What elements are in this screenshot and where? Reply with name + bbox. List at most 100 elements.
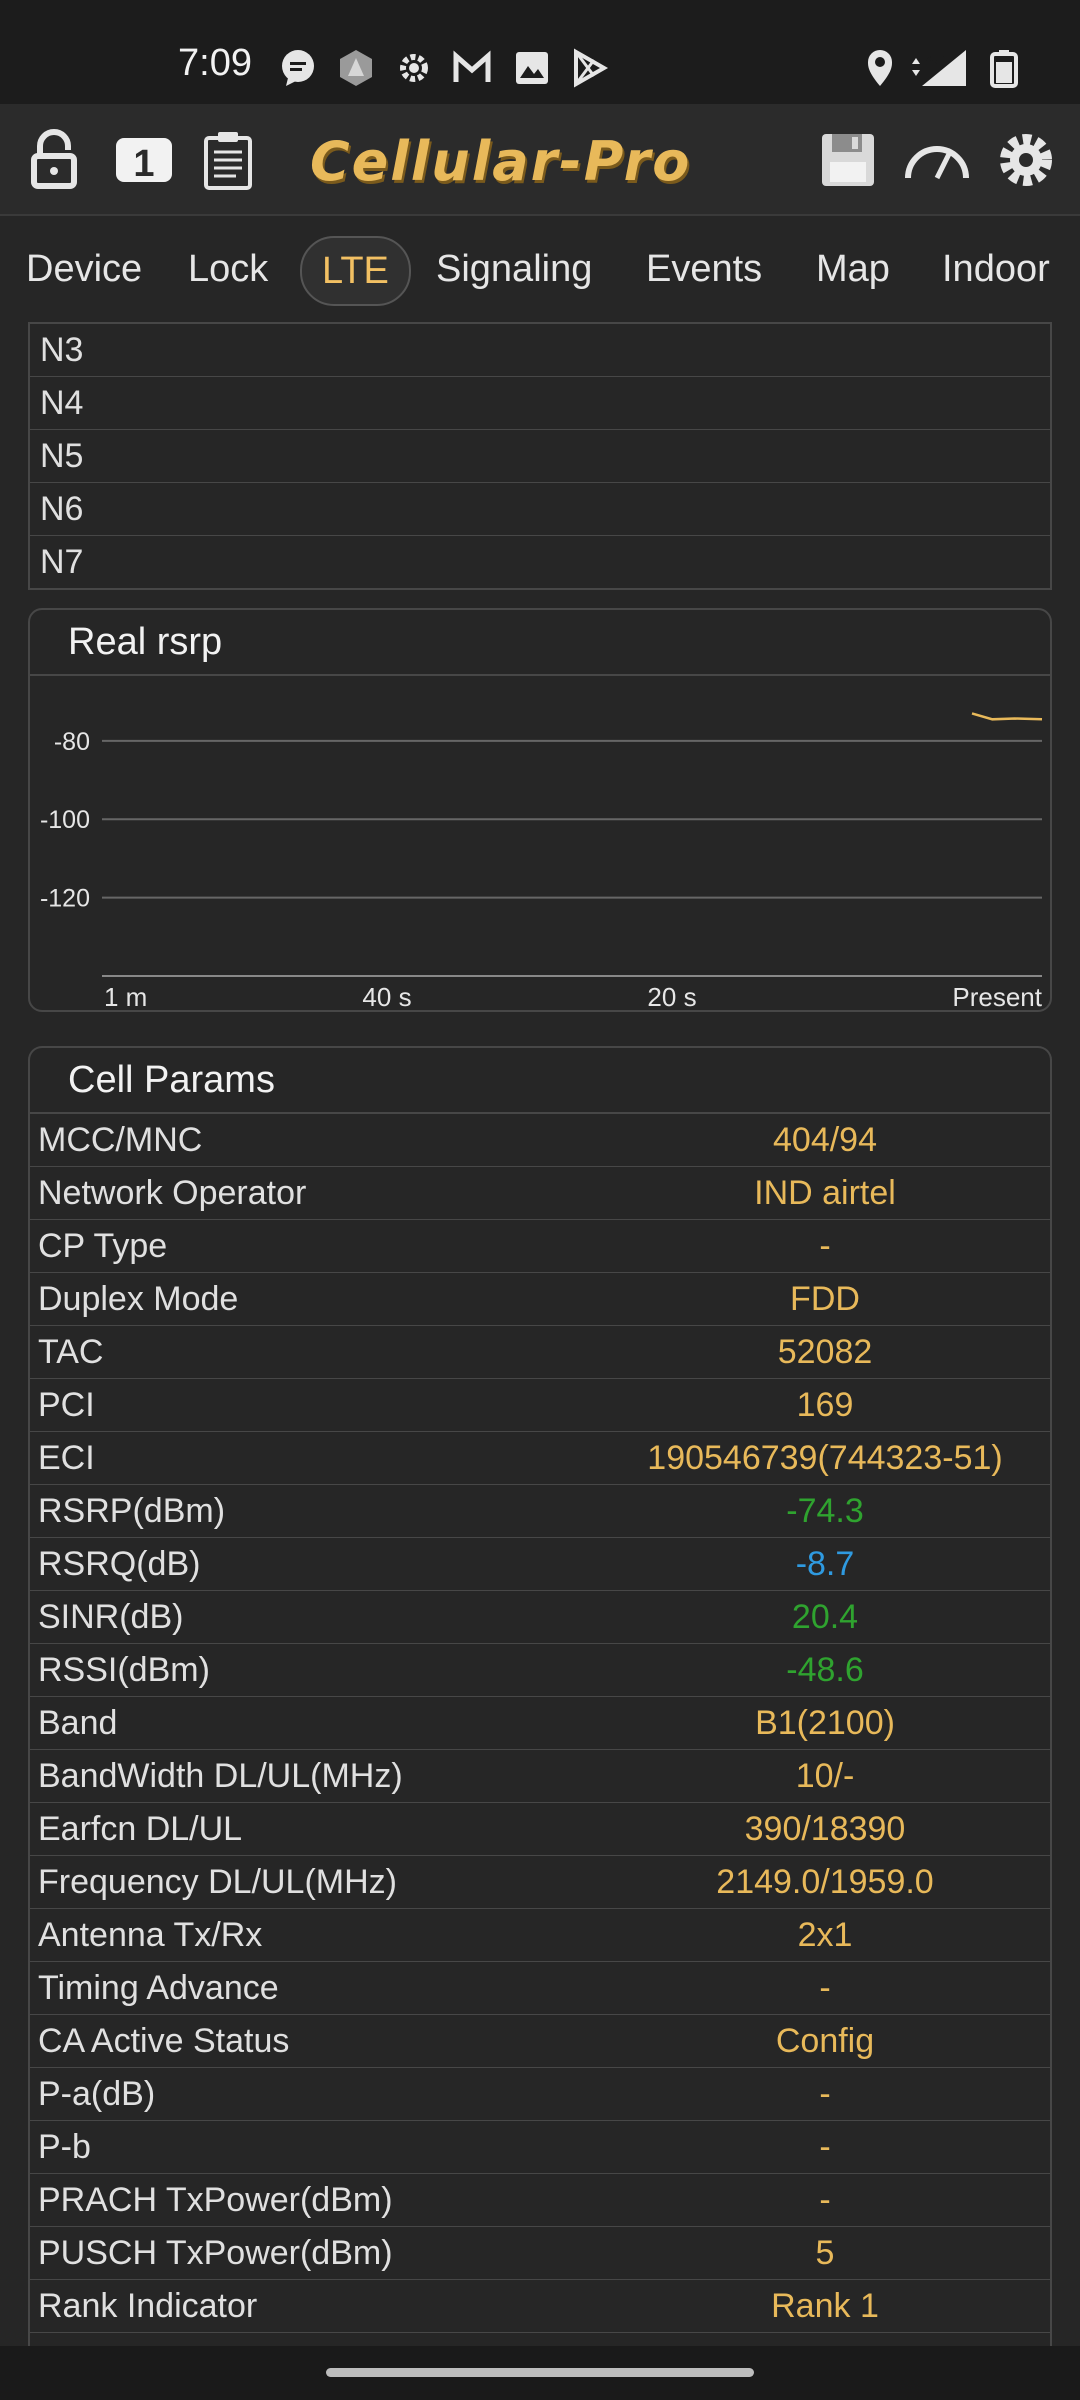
cell-params-title: Cell Params <box>30 1048 1050 1114</box>
sim-1-icon[interactable]: 1 <box>112 128 176 192</box>
app-logo: Cellular-Pro <box>310 130 692 193</box>
param-row: Frequency DL/UL(MHz) 2149.0/1959.0 <box>30 1856 1050 1909</box>
location-icon <box>868 50 892 86</box>
neighbor-row: N3 <box>30 324 1050 377</box>
param-label: Duplex Mode <box>38 1280 239 1318</box>
neighbor-row: N6 <box>30 483 1050 536</box>
param-label: SINR(dB) <box>38 1598 184 1636</box>
param-row: Timing Advance - <box>30 1962 1050 2015</box>
param-value: 169 <box>796 1386 854 1424</box>
y-tick-label: -120 <box>40 885 90 913</box>
param-label: CP Type <box>38 1227 168 1265</box>
play-store-icon <box>574 48 609 88</box>
param-label: MCC/MNC <box>38 1121 203 1159</box>
param-row: Network Operator IND airtel <box>30 1167 1050 1220</box>
param-label: Rank Indicator <box>38 2287 258 2325</box>
x-tick-label: 40 s <box>362 982 411 1010</box>
chart-title: Real rsrp <box>30 610 1050 676</box>
param-value: - <box>819 1969 831 2007</box>
param-row: RSRP(dBm) -74.3 <box>30 1485 1050 1538</box>
clipboard-icon[interactable] <box>196 128 260 192</box>
param-label: CA Active Status <box>38 2022 290 2060</box>
x-tick-label: 1 m <box>104 982 147 1010</box>
param-row: Rank Indicator Rank 1 <box>30 2280 1050 2333</box>
neighbor-row: N4 <box>30 377 1050 430</box>
status-time: 7:09 <box>178 42 252 84</box>
tab-events[interactable]: Events <box>646 236 762 302</box>
param-row: Duplex Mode FDD <box>30 1273 1050 1326</box>
tab-map[interactable]: Map <box>816 236 890 302</box>
x-tick-label: Present <box>952 982 1042 1010</box>
image-icon <box>516 52 548 84</box>
param-row: CA Active Status Config <box>30 2015 1050 2068</box>
x-tick-label: 20 s <box>647 982 696 1010</box>
param-row: MCC/MNC 404/94 <box>30 1114 1050 1167</box>
gmail-icon <box>453 50 491 82</box>
settings-gear-icon <box>400 54 428 82</box>
param-value: Rank 1 <box>771 2287 879 2325</box>
param-label: PCI <box>38 1386 95 1424</box>
param-value: 390/18390 <box>744 1810 906 1848</box>
param-label: Network Operator <box>38 1174 307 1212</box>
param-value: - <box>819 2075 831 2113</box>
param-value: 52082 <box>777 1333 873 1371</box>
y-tick-label: -100 <box>40 806 90 834</box>
param-value: - <box>819 1227 831 1265</box>
navigation-bar <box>0 2346 1080 2400</box>
param-value: IND airtel <box>754 1174 896 1212</box>
tab-indoor[interactable]: Indoor <box>942 236 1050 302</box>
svg-text:1: 1 <box>133 143 154 185</box>
save-disk-icon[interactable] <box>816 128 880 192</box>
param-label: RSRP(dBm) <box>38 1492 226 1530</box>
param-value: 2149.0/1959.0 <box>716 1863 934 1901</box>
param-value: - <box>819 2181 831 2219</box>
cell-params-table: MCC/MNC 404/94 Network Operator IND airtel C… <box>30 1114 1050 2333</box>
param-row: PCI 169 <box>30 1379 1050 1432</box>
param-label: Band <box>38 1704 118 1742</box>
param-value: 5 <box>815 2234 835 2272</box>
tab-signaling[interactable]: Signaling <box>436 236 592 302</box>
param-value: -8.7 <box>795 1545 855 1583</box>
neighbor-row: N7 <box>40 543 84 581</box>
param-row: Earfcn DL/UL 390/18390 <box>30 1803 1050 1856</box>
home-gesture-handle[interactable] <box>326 2368 754 2377</box>
param-row: ECI 190546739(744323-51) <box>30 1432 1050 1485</box>
param-value: FDD <box>790 1280 860 1318</box>
param-value: Config <box>775 2022 875 2060</box>
network-type-label: 4G <box>926 51 945 67</box>
param-value: -74.3 <box>786 1492 864 1530</box>
neighbor-row: N5 <box>30 430 1050 483</box>
tab-device[interactable]: Device <box>26 236 142 302</box>
param-value: - <box>819 2128 831 2166</box>
param-label: Frequency DL/UL(MHz) <box>38 1863 397 1901</box>
chat-notification-icon <box>282 50 314 86</box>
param-value: 404/94 <box>773 1121 877 1159</box>
param-row: Band B1(2100) <box>30 1697 1050 1750</box>
settings-icon[interactable] <box>994 128 1058 192</box>
param-label: PUSCH TxPower(dBm) <box>38 2234 393 2272</box>
param-row: SINR(dB) 20.4 <box>30 1591 1050 1644</box>
cell-params-panel: Cell Params MCC/MNC 404/94 Network Operato… <box>28 1046 1052 2346</box>
param-row: CP Type - <box>30 1220 1050 1273</box>
rsrp-chart-panel: Real rsrp -80 -100 -120 1 m 40 s 20 s Present <box>28 608 1052 1012</box>
param-value: 190546739(744323-51) <box>647 1439 1003 1477</box>
tab-lte[interactable]: LTE <box>300 236 411 306</box>
shield-app-icon <box>340 50 372 86</box>
lock-icon[interactable] <box>22 128 86 192</box>
speedometer-icon[interactable] <box>902 128 972 192</box>
param-label: RSRQ(dB) <box>38 1545 201 1583</box>
param-label: BandWidth DL/UL(MHz) <box>38 1757 403 1795</box>
param-label: ECI <box>38 1439 95 1477</box>
param-row: PRACH TxPower(dBm) - <box>30 2174 1050 2227</box>
param-label: P-b <box>38 2128 91 2166</box>
param-label: Timing Advance <box>38 1969 279 2007</box>
status-bar: 7:09 4G <box>0 0 1080 104</box>
param-row: P-a(dB) - <box>30 2068 1050 2121</box>
param-label: PRACH TxPower(dBm) <box>38 2181 393 2219</box>
signal-4g-icon: 4G <box>912 50 966 86</box>
app-toolbar: 1 Cellular-Pro <box>0 104 1080 216</box>
tab-lock[interactable]: Lock <box>188 236 268 302</box>
main-tabs: Device Lock LTE Signaling Events Map Ind… <box>0 216 1080 316</box>
param-value: 2x1 <box>797 1916 853 1954</box>
neighbor-cells-table: N3 N4 N5 N6 N7 <box>28 322 1052 590</box>
